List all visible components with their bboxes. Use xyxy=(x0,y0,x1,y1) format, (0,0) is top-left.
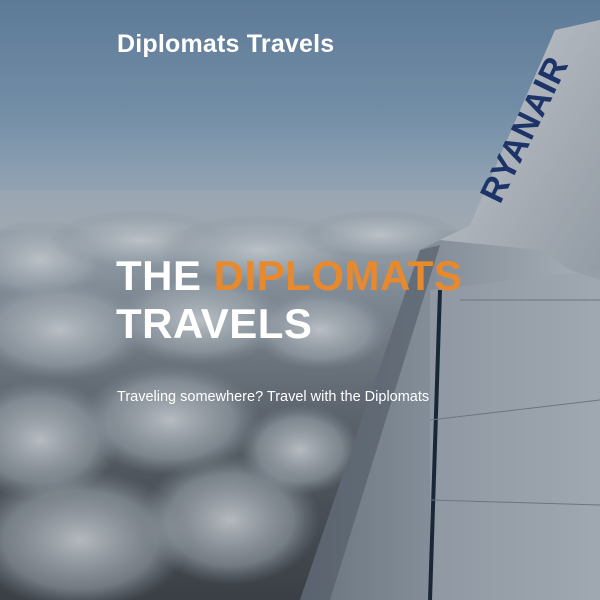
hero-section: RYANAIR Diplomats Travels THE DIPLOMATS … xyxy=(0,0,600,600)
hero-subtitle: Traveling somewhere? Travel with the Dip… xyxy=(117,389,430,405)
headline-accent: DIPLOMATS xyxy=(213,252,463,299)
site-brand[interactable]: Diplomats Travels xyxy=(117,30,334,59)
headline-word-travels: TRAVELS xyxy=(116,300,313,347)
headline-word-the: THE xyxy=(116,252,202,299)
hero-headline: THE DIPLOMATS TRAVELS xyxy=(116,252,462,348)
